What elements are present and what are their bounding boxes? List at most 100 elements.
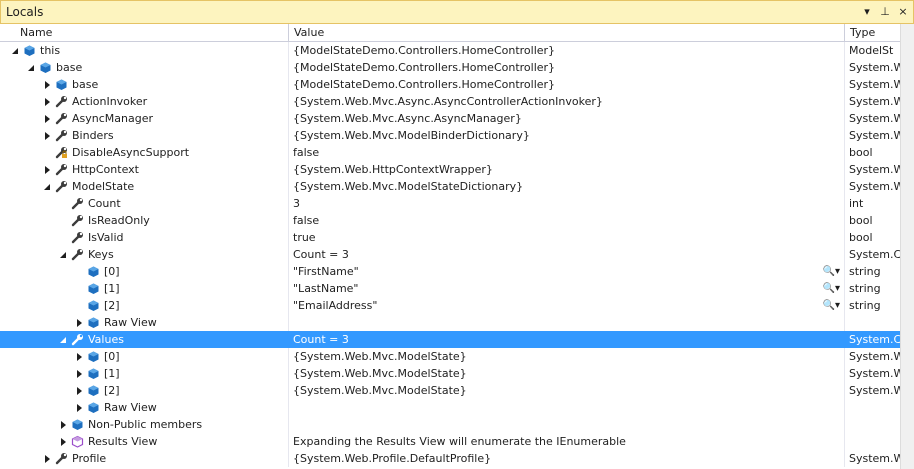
expand-arrow-icon[interactable] [61, 438, 66, 446]
name-cell[interactable]: Keys [0, 246, 289, 263]
table-row[interactable]: Non-Public members [0, 416, 900, 433]
value-cell[interactable]: 3 [289, 195, 845, 212]
table-row[interactable]: Raw View [0, 399, 900, 416]
table-row[interactable]: Raw View [0, 314, 900, 331]
name-cell[interactable]: Binders [0, 127, 289, 144]
table-row[interactable]: HttpContext {System.Web.HttpContextWrappe… [0, 161, 900, 178]
expand-arrow-icon[interactable] [45, 132, 50, 140]
name-cell[interactable]: Raw View [0, 399, 289, 416]
expand-arrow-icon[interactable] [61, 421, 66, 429]
table-row[interactable]: [1] {System.Web.Mvc.ModelState} System.W [0, 365, 900, 382]
column-header-type[interactable]: Type [845, 24, 900, 41]
expand-arrow-icon[interactable] [45, 115, 50, 123]
table-row[interactable]: [0] {System.Web.Mvc.ModelState} System.W [0, 348, 900, 365]
table-row[interactable]: IsValid true bool [0, 229, 900, 246]
name-cell[interactable]: base [0, 76, 289, 93]
name-cell[interactable]: [1] [0, 365, 289, 382]
value-cell[interactable] [289, 399, 845, 416]
column-header-value[interactable]: Value [289, 24, 845, 41]
value-cell[interactable]: "FirstName" 🔍▾ [289, 263, 845, 280]
value-cell[interactable]: false [289, 212, 845, 229]
name-cell[interactable]: ActionInvoker [0, 93, 289, 110]
name-cell[interactable]: HttpContext [0, 161, 289, 178]
collapse-arrow-icon[interactable] [44, 184, 50, 190]
table-row[interactable]: Keys Count = 3 System.C [0, 246, 900, 263]
name-cell[interactable]: this [0, 42, 289, 59]
value-cell[interactable]: {ModelStateDemo.Controllers.HomeControll… [289, 59, 845, 76]
table-row[interactable]: Values Count = 3 System.C [0, 331, 900, 348]
value-cell[interactable]: {System.Web.Mvc.Async.AsyncManager} [289, 110, 845, 127]
table-row[interactable]: Profile {System.Web.Profile.DefaultProfil… [0, 450, 900, 467]
text-visualizer-button[interactable]: 🔍▾ [823, 280, 840, 297]
value-cell[interactable]: false [289, 144, 845, 161]
name-cell[interactable]: Values [0, 331, 289, 348]
table-row[interactable]: this {ModelStateDemo.Controllers.HomeCont… [0, 42, 900, 59]
value-cell[interactable]: {ModelStateDemo.Controllers.HomeControll… [289, 42, 845, 59]
text-visualizer-button[interactable]: 🔍▾ [823, 297, 840, 314]
expand-arrow-icon[interactable] [45, 81, 50, 89]
collapse-arrow-icon[interactable] [12, 48, 18, 54]
name-cell[interactable]: [0] [0, 348, 289, 365]
close-icon[interactable]: × [897, 5, 909, 19]
name-cell[interactable]: [2] [0, 382, 289, 399]
value-cell[interactable]: Count = 3 [289, 331, 845, 348]
value-cell[interactable]: {System.Web.Mvc.ModelStateDictionary} [289, 178, 845, 195]
name-cell[interactable]: ModelState [0, 178, 289, 195]
name-cell[interactable]: Profile [0, 450, 289, 467]
table-row[interactable]: base {ModelStateDemo.Controllers.HomeCont… [0, 76, 900, 93]
table-row[interactable]: base {ModelStateDemo.Controllers.HomeCont… [0, 59, 900, 76]
table-row[interactable]: IsReadOnly false bool [0, 212, 900, 229]
value-cell[interactable]: {System.Web.HttpContextWrapper} [289, 161, 845, 178]
value-cell[interactable]: {System.Web.Mvc.ModelState} [289, 365, 845, 382]
value-cell[interactable]: Expanding the Results View will enumerat… [289, 433, 845, 450]
value-cell[interactable]: "EmailAddress" 🔍▾ [289, 297, 845, 314]
value-cell[interactable]: {System.Web.Profile.DefaultProfile} [289, 450, 845, 467]
table-row[interactable]: Count 3 int [0, 195, 900, 212]
name-cell[interactable]: [0] [0, 263, 289, 280]
expand-arrow-icon[interactable] [77, 387, 82, 395]
table-row[interactable]: Results View Expanding the Results View w… [0, 433, 900, 450]
expand-arrow-icon[interactable] [45, 455, 50, 463]
value-cell[interactable] [289, 416, 845, 433]
name-cell[interactable]: base [0, 59, 289, 76]
name-cell[interactable]: Count [0, 195, 289, 212]
name-cell[interactable]: Results View [0, 433, 289, 450]
expand-arrow-icon[interactable] [45, 98, 50, 106]
expand-arrow-icon[interactable] [77, 319, 82, 327]
expand-arrow-icon[interactable] [77, 370, 82, 378]
expand-arrow-icon[interactable] [77, 404, 82, 412]
name-cell[interactable]: IsReadOnly [0, 212, 289, 229]
window-position-dropdown[interactable]: ▾ [861, 5, 873, 19]
name-cell[interactable]: IsValid [0, 229, 289, 246]
vertical-scrollbar[interactable] [900, 24, 914, 469]
value-cell[interactable]: true [289, 229, 845, 246]
value-cell[interactable]: Count = 3 [289, 246, 845, 263]
column-header-name[interactable]: Name [0, 24, 289, 41]
collapse-arrow-icon[interactable] [28, 65, 34, 71]
table-row[interactable]: [0] "FirstName" 🔍▾ string [0, 263, 900, 280]
value-cell[interactable]: {ModelStateDemo.Controllers.HomeControll… [289, 76, 845, 93]
name-cell[interactable]: [1] [0, 280, 289, 297]
name-cell[interactable]: Raw View [0, 314, 289, 331]
table-row[interactable]: ActionInvoker {System.Web.Mvc.Async.Async… [0, 93, 900, 110]
value-cell[interactable]: {System.Web.Mvc.ModelState} [289, 348, 845, 365]
text-visualizer-button[interactable]: 🔍▾ [823, 263, 840, 280]
table-row[interactable]: [1] "LastName" 🔍▾ string [0, 280, 900, 297]
table-row[interactable]: AsyncManager {System.Web.Mvc.Async.AsyncM… [0, 110, 900, 127]
table-row[interactable]: ModelState {System.Web.Mvc.ModelStateDict… [0, 178, 900, 195]
table-row[interactable]: [2] "EmailAddress" 🔍▾ string [0, 297, 900, 314]
expand-arrow-icon[interactable] [77, 353, 82, 361]
value-cell[interactable] [289, 314, 845, 331]
collapse-arrow-icon[interactable] [60, 252, 66, 258]
value-cell[interactable]: {System.Web.Mvc.ModelBinderDictionary} [289, 127, 845, 144]
table-row[interactable]: Binders {System.Web.Mvc.ModelBinderDictio… [0, 127, 900, 144]
value-cell[interactable]: "LastName" 🔍▾ [289, 280, 845, 297]
value-cell[interactable]: {System.Web.Mvc.Async.AsyncControllerAct… [289, 93, 845, 110]
value-cell[interactable]: {System.Web.Mvc.ModelState} [289, 382, 845, 399]
name-cell[interactable]: [2] [0, 297, 289, 314]
pin-icon[interactable]: ⊥ [879, 5, 891, 19]
table-row[interactable]: DisableAsyncSupport false bool [0, 144, 900, 161]
table-row[interactable]: [2] {System.Web.Mvc.ModelState} System.W [0, 382, 900, 399]
name-cell[interactable]: Non-Public members [0, 416, 289, 433]
name-cell[interactable]: DisableAsyncSupport [0, 144, 289, 161]
